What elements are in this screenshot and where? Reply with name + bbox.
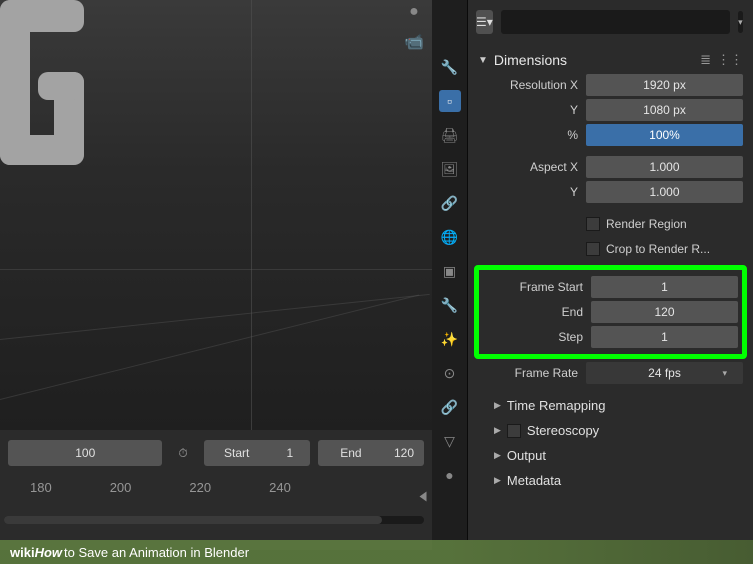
- output-section[interactable]: ▶Output: [468, 442, 753, 467]
- disclosure-right-icon: ▶: [494, 400, 501, 411]
- wikihow-logo: wikiHow: [10, 545, 62, 560]
- viewlayer-tab-icon[interactable]: 🖼: [439, 158, 461, 180]
- end-frame-field[interactable]: End120: [318, 440, 424, 466]
- gizmo-ball-icon[interactable]: ●: [402, 0, 426, 24]
- dimensions-header[interactable]: ▼ Dimensions ≣⋮⋮: [468, 48, 753, 72]
- timeline-scrollbar[interactable]: [4, 516, 424, 524]
- constraint-tab-icon[interactable]: 🔗: [439, 396, 461, 418]
- frame-end-field[interactable]: 120: [591, 301, 738, 323]
- material-tab-icon[interactable]: ●: [439, 464, 461, 486]
- aspect-y-field[interactable]: 1.000: [586, 181, 743, 203]
- time-remapping-section[interactable]: ▶Time Remapping: [468, 392, 753, 417]
- scene-tab-icon[interactable]: 🔗: [439, 192, 461, 214]
- stopwatch-icon[interactable]: ⏱: [170, 440, 195, 466]
- render-region-checkbox[interactable]: [586, 217, 600, 231]
- camera-icon[interactable]: 📹: [402, 30, 426, 54]
- caption-bar: wikiHow to Save an Animation in Blender: [0, 540, 753, 564]
- world-tab-icon[interactable]: 🌐: [439, 226, 461, 248]
- current-frame-field[interactable]: 100: [8, 440, 162, 466]
- stereoscopy-section[interactable]: ▶Stereoscopy: [468, 417, 753, 442]
- presets-icon[interactable]: ⋮⋮: [717, 52, 743, 68]
- output-tab-icon[interactable]: 🖨: [439, 124, 461, 146]
- collapse-icon[interactable]: [420, 492, 427, 502]
- physics-tab-icon[interactable]: ⊙: [439, 362, 461, 384]
- metadata-section[interactable]: ▶Metadata: [468, 467, 753, 492]
- list-icon[interactable]: ≣: [700, 52, 711, 68]
- editor-type-button[interactable]: ☰▾: [476, 10, 493, 34]
- timeline-panel: 100 ⏱ Start1 End120 180 200 220 240: [0, 430, 432, 550]
- frame-rate-dropdown[interactable]: 24 fps: [586, 362, 743, 384]
- resolution-percent-field[interactable]: 100%: [586, 124, 743, 146]
- crop-render-checkbox[interactable]: [586, 242, 600, 256]
- viewport-3d[interactable]: ● 📹: [0, 0, 432, 430]
- start-frame-field[interactable]: Start1: [204, 440, 310, 466]
- aspect-x-field[interactable]: 1.000: [586, 156, 743, 178]
- data-tab-icon[interactable]: ▽: [439, 430, 461, 452]
- frame-range-highlight: Frame Start1 End120 Step1: [474, 265, 747, 359]
- disclosure-right-icon: ▶: [494, 475, 501, 486]
- properties-tabs: 🔧 ▫ 🖨 🖼 🔗 🌐 ▣ 🔧 ✨ ⊙ 🔗 ▽ ●: [432, 0, 468, 540]
- disclosure-right-icon: ▶: [494, 425, 501, 436]
- modifier-tab-icon[interactable]: 🔧: [439, 294, 461, 316]
- properties-panel: ☰▾ ⌕ ▾ ▼ Dimensions ≣⋮⋮ Resolution X1920…: [468, 0, 753, 540]
- resolution-x-field[interactable]: 1920 px: [586, 74, 743, 96]
- frame-step-field[interactable]: 1: [591, 326, 738, 348]
- timeline-ruler[interactable]: 180 200 220 240: [0, 476, 432, 495]
- disclosure-down-icon: ▼: [478, 55, 488, 66]
- disclosure-right-icon: ▶: [494, 450, 501, 461]
- tool-tab-icon[interactable]: 🔧: [439, 56, 461, 78]
- resolution-y-field[interactable]: 1080 px: [586, 99, 743, 121]
- search-input[interactable]: [501, 10, 730, 34]
- object-tab-icon[interactable]: ▣: [439, 260, 461, 282]
- options-dropdown[interactable]: ▾: [738, 11, 743, 33]
- particle-tab-icon[interactable]: ✨: [439, 328, 461, 350]
- stereoscopy-checkbox[interactable]: [507, 424, 521, 438]
- frame-start-field[interactable]: 1: [591, 276, 738, 298]
- viewport-object: [0, 0, 85, 175]
- render-tab-icon[interactable]: ▫: [439, 90, 461, 112]
